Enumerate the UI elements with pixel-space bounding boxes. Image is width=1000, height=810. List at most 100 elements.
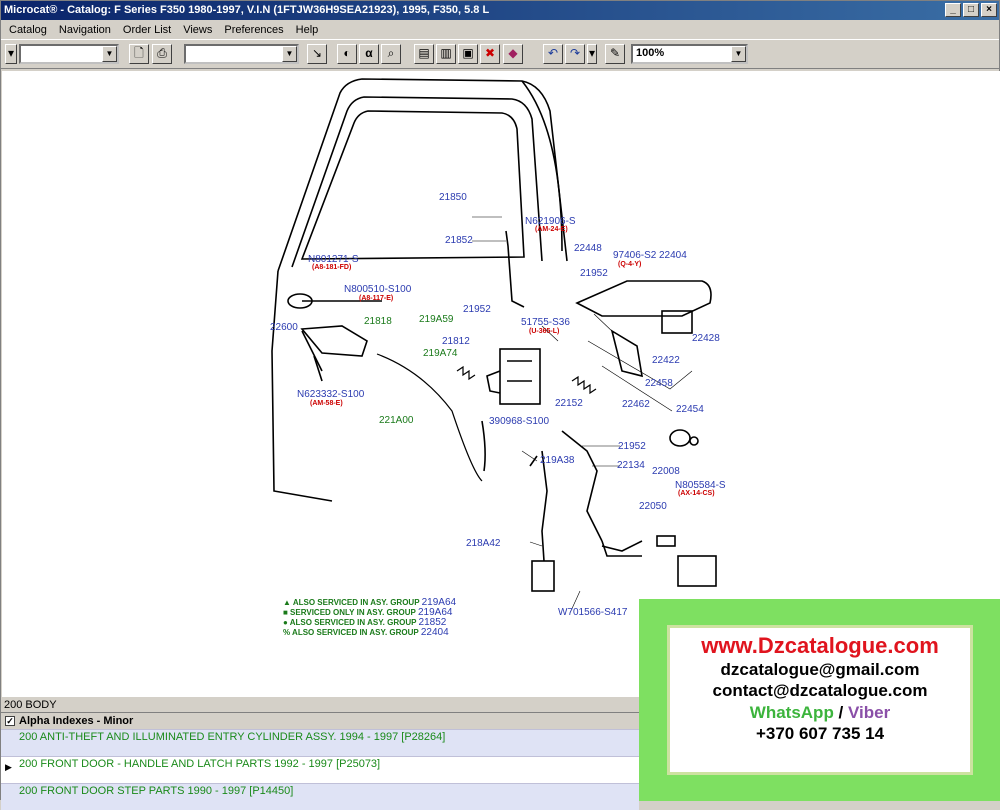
part-label[interactable]: N800510-S100 bbox=[344, 284, 411, 295]
window-title: Microcat® - Catalog: F Series F350 1980-… bbox=[4, 4, 490, 16]
part-label[interactable]: 390968-S100 bbox=[489, 416, 549, 427]
app-window: Microcat® - Catalog: F Series F350 1980-… bbox=[0, 0, 1000, 810]
toolbar: ▾ ▼ 🗋 ⎙ ▼ ↘ ◐ α ⌕ ▤ ▥ ▣ ✖ ◆ ↶ ↷ ▾ ✎ 100%… bbox=[1, 39, 999, 69]
legend-text: % ALSO SERVICED IN ASY. GROUP bbox=[283, 628, 419, 637]
menu-catalog[interactable]: Catalog bbox=[3, 24, 53, 36]
alpha-index-header[interactable]: ✓ Alpha Indexes - Minor bbox=[1, 713, 639, 729]
part-label[interactable]: 21952 bbox=[580, 268, 608, 279]
part-label[interactable]: 22454 bbox=[676, 404, 704, 415]
part-label[interactable]: 22152 bbox=[555, 398, 583, 409]
part-label[interactable]: 21850 bbox=[439, 192, 467, 203]
color-button[interactable]: ◐ bbox=[337, 44, 357, 64]
separator: / bbox=[833, 703, 848, 722]
ref-code: (U-365-L) bbox=[529, 328, 560, 335]
menu-order-list[interactable]: Order List bbox=[117, 24, 177, 36]
redo-dropdown-icon[interactable]: ▾ bbox=[587, 44, 597, 64]
part-label[interactable]: 51755-S36 bbox=[521, 317, 570, 328]
menu-help[interactable]: Help bbox=[290, 24, 325, 36]
ref-code: (AM-58-E) bbox=[310, 400, 343, 407]
ref-code: (A8-181-FD) bbox=[312, 264, 352, 271]
zoom-combo[interactable]: 100% ▼ bbox=[631, 44, 748, 64]
book-button[interactable]: ◆ bbox=[503, 44, 523, 64]
chevron-down-icon: ▼ bbox=[282, 46, 297, 62]
ref-code: (Q-4-Y) bbox=[618, 261, 642, 268]
part-label[interactable]: 22404 bbox=[659, 250, 687, 261]
minimize-button[interactable]: _ bbox=[945, 3, 961, 17]
print-button[interactable]: ⎙ bbox=[152, 44, 172, 64]
notes-button[interactable]: ✎ bbox=[605, 44, 625, 64]
alpha-index-label: Alpha Indexes - Minor bbox=[19, 715, 134, 727]
ad-phone[interactable]: +370 607 735 14 bbox=[670, 724, 970, 744]
part-label[interactable]: N623332-S100 bbox=[297, 389, 364, 400]
redo-button[interactable]: ↷ bbox=[565, 44, 585, 64]
ref-code: (AM-24-E) bbox=[535, 226, 568, 233]
view2-button[interactable]: ▥ bbox=[436, 44, 456, 64]
part-label[interactable]: 22422 bbox=[652, 355, 680, 366]
title-bar: Microcat® - Catalog: F Series F350 1980-… bbox=[1, 1, 999, 20]
delete-button[interactable]: ✖ bbox=[480, 44, 500, 64]
part-label[interactable]: 22428 bbox=[692, 333, 720, 344]
legend-text: ▲ ALSO SERVICED IN ASY. GROUP bbox=[283, 598, 420, 607]
part-label[interactable]: 97406-S2 bbox=[613, 250, 656, 261]
section-combo[interactable]: ▼ bbox=[184, 44, 299, 64]
list-item-text: 200 ANTI-THEFT AND ILLUMINATED ENTRY CYL… bbox=[19, 731, 446, 743]
ad-email-1[interactable]: dzcatalogue@gmail.com bbox=[670, 660, 970, 680]
pointer-icon: ▶ bbox=[5, 762, 12, 772]
list-item-text: 200 FRONT DOOR - HANDLE AND LATCH PARTS … bbox=[19, 758, 381, 770]
ad-card: www.Dzcatalogue.com dzcatalogue@gmail.co… bbox=[667, 625, 973, 775]
part-label[interactable]: 22134 bbox=[617, 460, 645, 471]
part-label[interactable]: 219A59 bbox=[419, 314, 453, 325]
part-label[interactable]: 21818 bbox=[364, 316, 392, 327]
group-header: 200 BODY bbox=[1, 697, 639, 713]
ref-code: (A8-117-E) bbox=[359, 295, 394, 302]
part-label[interactable]: 22462 bbox=[622, 399, 650, 410]
legend-text: ■ SERVICED ONLY IN ASY. GROUP bbox=[283, 608, 416, 617]
part-label[interactable]: 218A42 bbox=[466, 538, 500, 549]
ad-banner: www.Dzcatalogue.com dzcatalogue@gmail.co… bbox=[639, 599, 1000, 801]
maximize-button[interactable]: □ bbox=[963, 3, 979, 17]
menu-preferences[interactable]: Preferences bbox=[218, 24, 289, 36]
list-item[interactable]: ▶ 200 FRONT DOOR - HANDLE AND LATCH PARTS… bbox=[1, 756, 639, 783]
preview-button[interactable]: 🗋 bbox=[129, 44, 149, 64]
list-item-text: 200 FRONT DOOR STEP PARTS 1990 - 1997 [P… bbox=[19, 785, 294, 797]
chevron-down-icon: ▼ bbox=[731, 46, 746, 62]
part-label[interactable]: 21952 bbox=[463, 304, 491, 315]
ad-url[interactable]: www.Dzcatalogue.com bbox=[670, 633, 970, 659]
part-label[interactable]: 22448 bbox=[574, 243, 602, 254]
part-label[interactable]: 22458 bbox=[645, 378, 673, 389]
part-label[interactable]: 219A74 bbox=[423, 348, 457, 359]
catalog-combo[interactable]: ▼ bbox=[19, 44, 119, 64]
part-label[interactable]: 22008 bbox=[652, 466, 680, 477]
parts-list-panel: 200 BODY ✓ Alpha Indexes - Minor 200 ANT… bbox=[1, 697, 639, 810]
part-label[interactable]: W701566-S417 bbox=[558, 607, 628, 618]
ad-email-2[interactable]: contact@dzcatalogue.com bbox=[670, 681, 970, 701]
dropdown-arrow-icon[interactable]: ▾ bbox=[5, 44, 17, 64]
legend-text: ● ALSO SERVICED IN ASY. GROUP bbox=[283, 618, 417, 627]
menu-views[interactable]: Views bbox=[177, 24, 218, 36]
part-label[interactable]: 21812 bbox=[442, 336, 470, 347]
view3-button[interactable]: ▣ bbox=[458, 44, 478, 64]
viber-label: Viber bbox=[848, 703, 891, 722]
list-item[interactable]: 200 FRONT DOOR STEP PARTS 1990 - 1997 [P… bbox=[1, 783, 639, 810]
part-label[interactable]: 221A00 bbox=[379, 415, 413, 426]
legend-number[interactable]: 22404 bbox=[421, 627, 449, 638]
zoom-value: 100% bbox=[636, 47, 665, 59]
part-label[interactable]: 219A38 bbox=[540, 455, 574, 466]
ad-messaging: WhatsApp / Viber bbox=[670, 703, 970, 723]
list-item[interactable]: 200 ANTI-THEFT AND ILLUMINATED ENTRY CYL… bbox=[1, 729, 639, 756]
ref-code: (AX-14-CS) bbox=[678, 490, 715, 497]
part-label[interactable]: 21852 bbox=[445, 235, 473, 246]
close-button[interactable]: × bbox=[981, 3, 997, 17]
legend-row-4: % ALSO SERVICED IN ASY. GROUP 22404 bbox=[283, 627, 449, 638]
part-label[interactable]: 22050 bbox=[639, 501, 667, 512]
alpha-button[interactable]: α bbox=[359, 44, 379, 64]
search-icon[interactable]: ⌕ bbox=[381, 44, 401, 64]
part-label[interactable]: 21952 bbox=[618, 441, 646, 452]
view1-button[interactable]: ▤ bbox=[414, 44, 434, 64]
menu-navigation[interactable]: Navigation bbox=[53, 24, 117, 36]
undo-button[interactable]: ↶ bbox=[543, 44, 563, 64]
check-icon[interactable]: ✓ bbox=[5, 716, 15, 726]
find-part-button[interactable]: ↘ bbox=[307, 44, 327, 64]
part-label[interactable]: 22600 bbox=[270, 322, 298, 333]
menu-bar: Catalog Navigation Order List Views Pref… bbox=[1, 20, 999, 39]
